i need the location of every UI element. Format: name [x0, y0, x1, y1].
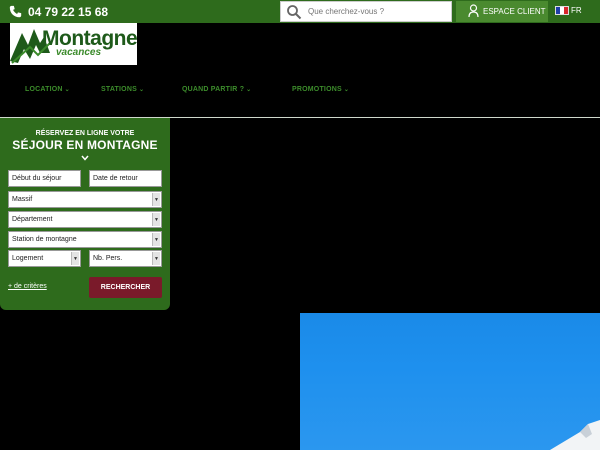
departement-select[interactable]: Département ▼ [8, 211, 162, 228]
station-select[interactable]: Station de montagne ▼ [8, 231, 162, 248]
main-nav: LOCATION ⌄ STATIONS ⌄ QUAND PARTIR ? ⌄ P… [0, 82, 600, 100]
page: 04 79 22 15 68 ESPACE CLIENT FR Mont [0, 0, 600, 450]
top-bar: 04 79 22 15 68 ESPACE CLIENT FR [0, 0, 600, 23]
hero-image [300, 313, 600, 450]
language-code: FR [571, 6, 582, 15]
select-arrow-icon: ▼ [152, 252, 160, 265]
nav-item-location[interactable]: LOCATION ⌄ [25, 86, 70, 93]
chevron-down-icon: ⌄ [64, 87, 70, 93]
end-date-placeholder: Date de retour [93, 175, 138, 182]
more-criteria-link[interactable]: + de critères [8, 283, 47, 290]
chevron-down-icon [81, 155, 89, 161]
select-arrow-icon: ▼ [152, 213, 160, 226]
chevron-down-icon: ⌄ [246, 87, 252, 93]
departement-value: Département [12, 216, 53, 223]
persons-value: Nb. Pers. [93, 255, 123, 262]
logo-subtitle: vacances [56, 47, 102, 58]
select-arrow-icon: ▼ [152, 193, 160, 206]
start-date-field[interactable]: Début du séjour [8, 170, 81, 187]
chevron-down-icon: ⌄ [138, 87, 145, 93]
nav-item-label: PROMOTIONS [292, 86, 342, 93]
phone-icon [9, 5, 22, 18]
nav-item-label: STATIONS [101, 86, 137, 93]
search-button[interactable]: RECHERCHER [89, 277, 162, 298]
nav-item-when[interactable]: QUAND PARTIR ? ⌄ [182, 86, 251, 93]
search-box[interactable] [280, 1, 452, 22]
customer-area-label: ESPACE CLIENT [483, 7, 546, 16]
booking-panel: RÉSERVEZ EN LIGNE VOTRE SÉJOUR EN MONTAG… [0, 118, 170, 310]
logement-select[interactable]: Logement ▼ [8, 250, 81, 267]
booking-kicker: RÉSERVEZ EN LIGNE VOTRE [35, 130, 135, 137]
nav-item-label: QUAND PARTIR ? [182, 86, 245, 93]
logement-value: Logement [12, 255, 44, 262]
phone-number: 04 79 22 15 68 [28, 4, 109, 19]
start-date-placeholder: Début du séjour [12, 175, 62, 182]
nav-item-promotions[interactable]: PROMOTIONS ⌄ [292, 86, 349, 93]
booking-title: SÉJOUR EN MONTAGNE [12, 138, 158, 152]
chevron-down-icon: ⌄ [343, 87, 350, 93]
search-input[interactable] [308, 7, 448, 16]
persons-select[interactable]: Nb. Pers. ▼ [89, 250, 162, 267]
mountain-peak-image [550, 420, 600, 450]
end-date-field[interactable]: Date de retour [89, 170, 162, 187]
customer-area-button[interactable]: ESPACE CLIENT [456, 1, 548, 22]
phone-contact[interactable]: 04 79 22 15 68 [9, 3, 108, 20]
search-icon[interactable] [284, 2, 304, 21]
station-value: Station de montagne [12, 236, 77, 243]
nav-item-stations[interactable]: STATIONS ⌄ [101, 86, 144, 93]
french-flag-icon [555, 6, 569, 15]
select-arrow-icon: ▼ [152, 233, 160, 246]
select-arrow-icon: ▼ [71, 252, 79, 265]
massif-value: Massif [12, 196, 33, 203]
language-selector[interactable]: FR [555, 6, 582, 15]
nav-item-label: LOCATION [25, 86, 63, 93]
user-icon [468, 3, 479, 20]
massif-select[interactable]: Massif ▼ [8, 191, 162, 208]
site-logo[interactable]: Montagne vacances [10, 23, 137, 65]
